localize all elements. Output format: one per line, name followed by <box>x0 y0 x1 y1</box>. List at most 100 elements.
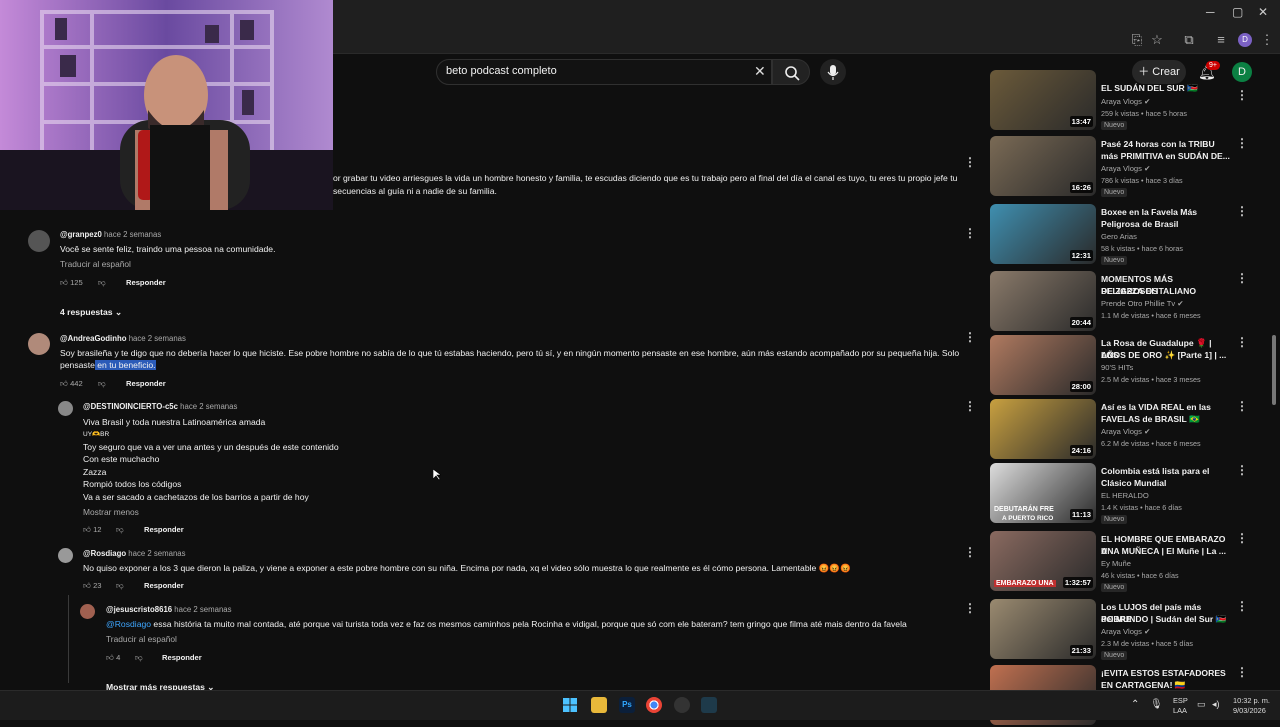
related-video-item[interactable]: 16:26 Pasé 24 horas con la TRIBU más PRIMI… <box>990 136 1280 198</box>
video-channel[interactable]: Araya Vlogs ✔ <box>1101 164 1150 173</box>
video-channel[interactable]: EL HERALDO <box>1101 491 1149 500</box>
video-more-icon[interactable]: ⋮ <box>1236 89 1248 101</box>
reply-button[interactable]: Responder <box>144 525 184 534</box>
video-title-2[interactable]: del MUNDO | Sudán del Sur 🇸🇸 <box>1101 613 1231 625</box>
avatar[interactable] <box>58 548 73 563</box>
related-video-item[interactable]: EMBARAZO UNA 1:32:57 EL HOMBRE QUE EMBARAZ… <box>990 531 1280 593</box>
video-title[interactable]: Pasé 24 horas con la TRIBU <box>1101 138 1231 150</box>
comment-author[interactable]: @jesuscristo8616 hace 2 semanas <box>106 605 232 614</box>
like-button[interactable]: 👍︎ 23 <box>83 581 102 591</box>
comment-author[interactable]: @granpez0 hace 2 semanas <box>60 230 161 239</box>
video-more-icon[interactable]: ⋮ <box>1236 336 1248 348</box>
video-channel[interactable]: 90'S HITs <box>1101 363 1133 372</box>
video-thumbnail[interactable]: 12:31 <box>990 204 1096 264</box>
video-thumbnail[interactable]: DEBUTARÁN FRE A PUERTO RICO 11:13 <box>990 463 1096 523</box>
video-channel[interactable]: Araya Vlogs ✔ <box>1101 627 1150 636</box>
dislike-button[interactable]: 👎︎ <box>116 581 124 591</box>
clock-time[interactable]: 10:32 p. m. <box>1233 696 1270 705</box>
video-title-2[interactable]: Peligrosa de Brasil <box>1101 218 1231 230</box>
video-more-icon[interactable]: ⋮ <box>1236 464 1248 476</box>
video-channel[interactable]: Araya Vlogs ✔ <box>1101 427 1150 436</box>
volume-icon[interactable]: ◂) <box>1212 699 1220 710</box>
show-less-link[interactable]: Mostrar menos <box>83 507 139 517</box>
comment-more-icon[interactable]: ⋮ <box>964 331 976 343</box>
related-video-item[interactable]: 28:00 La Rosa de Guadalupe 🌹 | LOS AÑOS DE… <box>990 335 1280 397</box>
related-video-item[interactable]: 21:33 Los LUJOS del país más POBRE del MUN… <box>990 599 1280 661</box>
voice-search-button[interactable] <box>820 59 846 85</box>
comment-author[interactable]: @AndreaGodinho hace 2 semanas <box>60 334 186 343</box>
dislike-button[interactable]: 👎︎ <box>135 653 143 663</box>
avatar[interactable] <box>28 230 50 252</box>
video-more-icon[interactable]: ⋮ <box>1236 532 1248 544</box>
maximize-icon[interactable]: ▢ <box>1232 5 1243 19</box>
video-title[interactable]: Colombia está lista para el <box>1101 465 1231 477</box>
video-thumbnail[interactable]: 20:44 <box>990 271 1096 331</box>
dislike-button[interactable]: 👎︎ <box>116 525 124 535</box>
reply-button[interactable]: Responder <box>126 278 166 287</box>
translate-link[interactable]: Traducir al español <box>60 259 131 269</box>
profile-icon[interactable]: D <box>1238 33 1252 47</box>
comment-author[interactable]: @Rosdiago hace 2 semanas <box>83 549 186 558</box>
scrollbar[interactable] <box>1272 335 1276 405</box>
file-explorer-icon[interactable] <box>591 697 607 713</box>
video-more-icon[interactable]: ⋮ <box>1236 666 1248 678</box>
create-button[interactable]: ＋ Crear <box>1132 60 1186 84</box>
video-more-icon[interactable]: ⋮ <box>1236 205 1248 217</box>
video-title-2[interactable]: DE ZAZZA El ITALIANO <box>1101 285 1231 297</box>
like-button[interactable]: 👍︎ 4 <box>106 653 120 663</box>
video-thumbnail[interactable]: EMBARAZO UNA 1:32:57 <box>990 531 1096 591</box>
video-title[interactable]: ¡EVITA ESTOS ESTAFADORES <box>1101 667 1231 679</box>
clock-date[interactable]: 9/03/2026 <box>1233 706 1266 715</box>
windows-start-icon[interactable] <box>562 697 578 713</box>
language-indicator-2[interactable]: LAA <box>1173 706 1187 715</box>
video-more-icon[interactable]: ⋮ <box>1236 137 1248 149</box>
like-button[interactable]: 👍︎ 12 <box>83 525 102 535</box>
comment-more-icon[interactable]: ⋮ <box>964 227 976 239</box>
related-video-item[interactable]: 12:31 Boxee en la Favela Más Peligrosa de … <box>990 204 1280 266</box>
avatar[interactable] <box>28 333 50 355</box>
comment-more-icon[interactable]: ⋮ <box>964 400 976 412</box>
like-button[interactable]: 👍︎ 442 <box>60 379 83 389</box>
network-icon[interactable]: ▭ <box>1197 699 1206 710</box>
account-avatar[interactable]: D <box>1232 62 1252 82</box>
video-title[interactable]: EL SUDÁN DEL SUR 🇸🇸 <box>1101 82 1231 92</box>
language-indicator[interactable]: ESP <box>1173 696 1188 705</box>
photoshop-icon[interactable]: Ps <box>619 697 635 713</box>
avatar[interactable] <box>80 604 95 619</box>
related-video-item[interactable]: DEBUTARÁN FRE A PUERTO RICO 11:13 Colombia … <box>990 463 1280 525</box>
microphone-tray-icon[interactable]: 🎙︎ <box>1150 699 1163 710</box>
video-title-2[interactable]: UNA MUÑECA | El Muñe | La ... <box>1101 545 1231 557</box>
like-button[interactable]: 👍︎ 125 <box>60 278 83 288</box>
chrome-icon[interactable] <box>646 697 662 713</box>
obs-icon[interactable] <box>674 697 690 713</box>
video-thumbnail[interactable]: 13:47 <box>990 70 1096 130</box>
minimize-icon[interactable]: ─ <box>1206 5 1215 19</box>
video-thumbnail[interactable]: 24:16 <box>990 399 1096 459</box>
video-title-2[interactable]: más PRIMITIVA en SUDÁN DE... <box>1101 150 1231 162</box>
search-button[interactable] <box>772 59 810 85</box>
tab-search-icon[interactable]: ≡ <box>1214 33 1228 47</box>
translate-link[interactable]: Traducir al español <box>106 634 177 644</box>
video-more-icon[interactable]: ⋮ <box>1236 400 1248 412</box>
comment-more-icon[interactable]: ⋮ <box>964 156 976 168</box>
avatar[interactable] <box>58 401 73 416</box>
reply-button[interactable]: Responder <box>126 379 166 388</box>
video-more-icon[interactable]: ⋮ <box>1236 600 1248 612</box>
video-title-2[interactable]: AÑOS DE ORO ✨ [Parte 1] | ... <box>1101 349 1231 361</box>
menu-icon[interactable]: ⋮ <box>1260 33 1274 47</box>
video-thumbnail[interactable]: 28:00 <box>990 335 1096 395</box>
video-title-2[interactable]: Clásico Mundial <box>1101 477 1231 489</box>
video-title[interactable]: Boxee en la Favela Más <box>1101 206 1231 218</box>
dislike-button[interactable]: 👎︎ <box>98 379 106 389</box>
video-channel[interactable]: Araya Vlogs ✔ <box>1101 97 1150 106</box>
reply-button[interactable]: Responder <box>144 581 184 590</box>
video-thumbnail[interactable]: 21:33 <box>990 599 1096 659</box>
video-channel[interactable]: Gero Arias <box>1101 232 1137 241</box>
comment-author[interactable]: @DESTINOINCIERTO-c5c hace 2 semanas <box>83 402 237 411</box>
app-icon[interactable] <box>701 697 717 713</box>
tray-chevron-icon[interactable]: ⌃ <box>1131 699 1139 710</box>
video-channel[interactable]: Prende Otro Phillie Tv ✔ <box>1101 299 1184 308</box>
comment-more-icon[interactable]: ⋮ <box>964 602 976 614</box>
video-title-2[interactable]: FAVELAS de BRASIL 🇧🇷 <box>1101 413 1231 425</box>
close-icon[interactable]: ✕ <box>1258 5 1268 19</box>
